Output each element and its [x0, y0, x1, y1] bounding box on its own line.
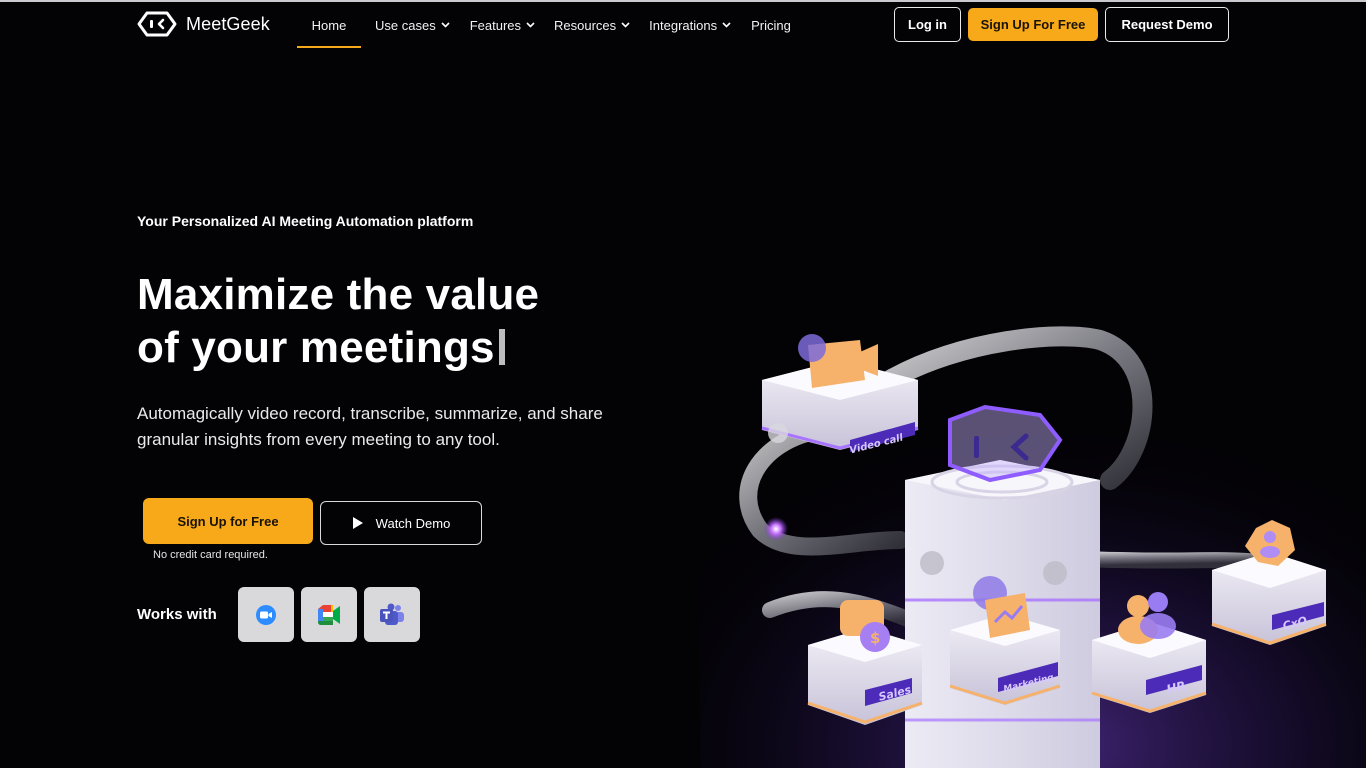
- zoom-icon: [256, 604, 276, 625]
- nav-item-label: Features: [469, 17, 522, 33]
- chevron-down-icon: [441, 22, 450, 28]
- nav-item-resources[interactable]: Resources: [554, 0, 630, 50]
- nav-item-label: Use cases: [375, 17, 436, 33]
- microsoft-teams-icon: [380, 603, 404, 625]
- request-demo-button[interactable]: Request Demo: [1105, 7, 1229, 42]
- no-credit-card-note: No credit card required.: [153, 549, 268, 561]
- chevron-down-icon: [722, 22, 731, 28]
- nav-item-home[interactable]: Home: [297, 0, 361, 50]
- nav-item-features[interactable]: Features: [470, 0, 535, 50]
- nav-item-pricing[interactable]: Pricing: [751, 0, 791, 50]
- hero-subtext: Automagically video record, transcribe, …: [137, 404, 603, 449]
- nav-item-label: Home: [311, 17, 347, 33]
- headline-line-2: of your meetings: [137, 323, 495, 372]
- signup-button-hero[interactable]: Sign Up for Free: [143, 498, 313, 544]
- meetgeek-logo-icon: [137, 11, 177, 37]
- chevron-down-icon: [526, 22, 535, 28]
- signup-button-header[interactable]: Sign Up For Free: [968, 8, 1098, 41]
- top-navigation: MeetGeek Home Use cases Features Resourc…: [0, 0, 1366, 50]
- brand-logo[interactable]: MeetGeek: [137, 11, 270, 37]
- chevron-down-icon: [621, 22, 630, 28]
- google-meet-icon: [318, 604, 340, 625]
- zoom-integration-tile[interactable]: [238, 587, 294, 642]
- headline-line-1: Maximize the value: [137, 270, 540, 319]
- watch-demo-label: Watch Demo: [375, 515, 451, 531]
- nav-item-use-cases[interactable]: Use cases: [375, 0, 450, 50]
- microsoft-teams-integration-tile[interactable]: [364, 587, 420, 642]
- nav-item-label: Integrations: [649, 17, 718, 33]
- hero-illustration: Video call Sales $ Marketing HR CxO: [700, 300, 1366, 768]
- nav-item-label: Pricing: [751, 17, 791, 33]
- works-with-label: Works with: [137, 606, 217, 623]
- typing-caret: [498, 329, 505, 365]
- main-menu: Home Use cases Features Resources Integr…: [297, 0, 791, 50]
- play-icon: [352, 517, 363, 529]
- hero-headline: Maximize the value of your meetings: [137, 268, 539, 374]
- microphone-icon: [798, 334, 826, 362]
- login-button[interactable]: Log in: [894, 7, 961, 42]
- nav-item-label: Resources: [554, 17, 617, 33]
- nav-item-integrations[interactable]: Integrations: [649, 0, 731, 50]
- brand-name: MeetGeek: [186, 13, 270, 34]
- svg-text:$: $: [870, 629, 880, 647]
- google-meet-integration-tile[interactable]: [301, 587, 357, 642]
- watch-demo-button[interactable]: Watch Demo: [320, 501, 482, 545]
- glowing-orb: [764, 517, 788, 541]
- hero-eyebrow: Your Personalized AI Meeting Automation …: [137, 213, 474, 229]
